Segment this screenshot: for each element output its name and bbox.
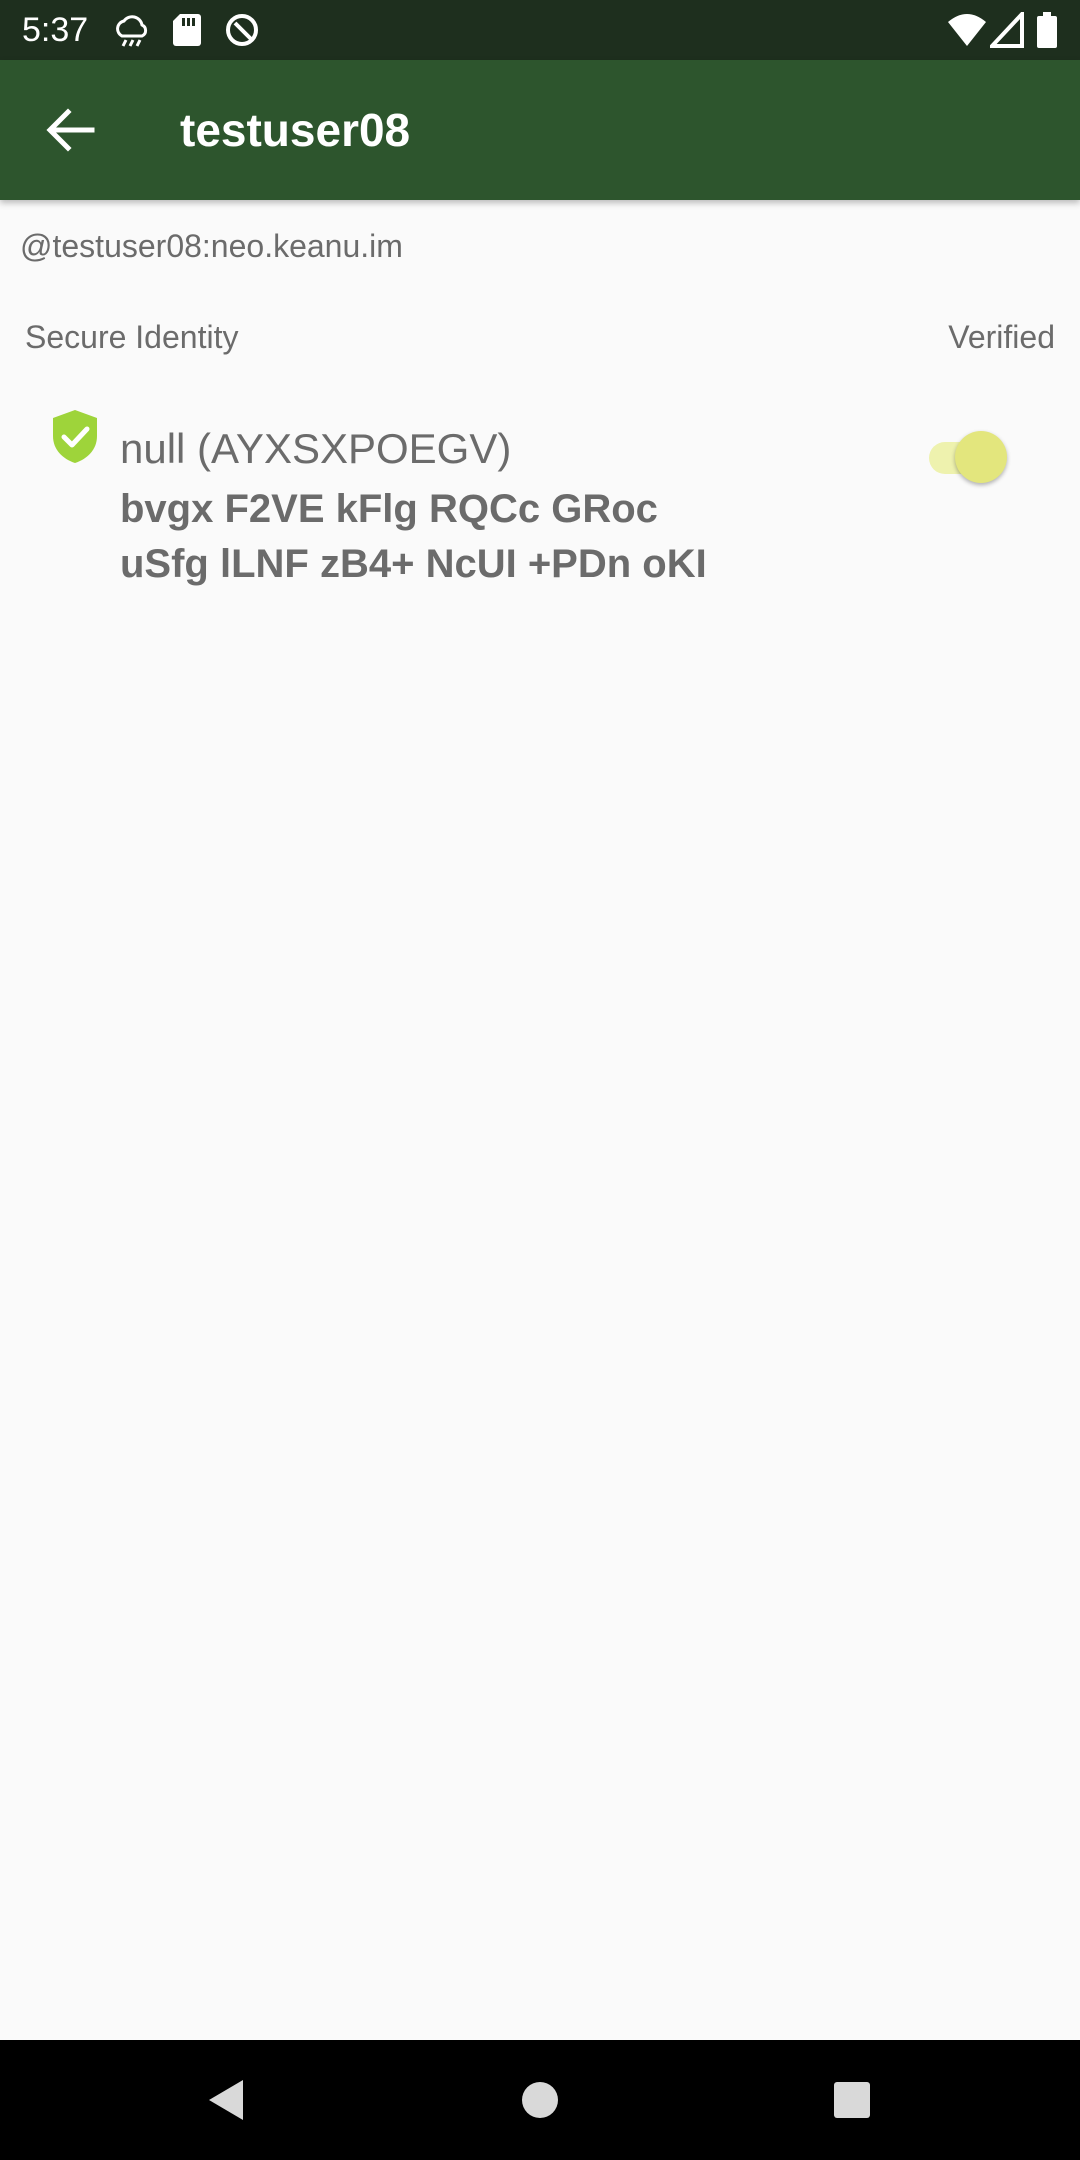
sd-card-icon (173, 14, 201, 46)
section-label-secure-identity: Secure Identity (25, 319, 239, 355)
recents-square-icon[interactable] (822, 2070, 882, 2130)
sync-icon (226, 14, 258, 46)
home-circle-icon[interactable] (510, 2070, 570, 2130)
section-label-verified: Verified (948, 319, 1055, 355)
cloud-icon (116, 15, 148, 47)
fingerprint-line-2: uSfg lLNF zB4+ NcUI +PDn oKI (120, 542, 707, 586)
verified-shield-icon (53, 410, 97, 463)
toggle-thumb (955, 431, 1007, 483)
verified-toggle[interactable] (925, 428, 1011, 488)
device-name: null (AYXSXPOEGV) (120, 425, 512, 472)
matrix-user-id: @testuser08:neo.keanu.im (20, 228, 403, 264)
battery-icon (1037, 12, 1057, 48)
status-bar: 5:37 (0, 0, 1080, 60)
app-bar: testuser08 (0, 60, 1080, 200)
status-time: 5:37 (22, 11, 89, 49)
back-triangle-icon[interactable] (195, 2070, 255, 2130)
signal-icon (990, 12, 1024, 48)
page-title: testuser08 (180, 104, 411, 156)
wifi-icon (948, 14, 986, 46)
back-arrow-icon[interactable] (38, 98, 102, 162)
navigation-bar (0, 2040, 1080, 2160)
fingerprint-line-1: bvgx F2VE kFlg RQCc GRoc (120, 487, 658, 531)
device-fingerprint: bvgx F2VE kFlg RQCc GRoc uSfg lLNF zB4+ … (120, 482, 707, 592)
